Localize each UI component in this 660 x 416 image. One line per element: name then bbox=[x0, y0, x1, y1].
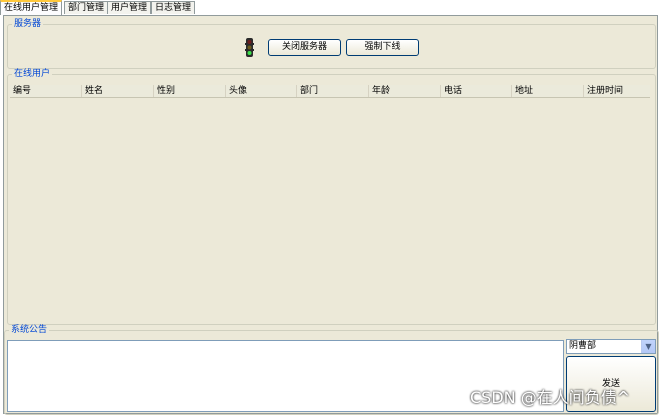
tab-strip: 在线用户管理 部门管理 用户管理 日志管理 bbox=[0, 0, 660, 15]
close-server-button[interactable]: 关闭服务器 bbox=[268, 39, 341, 56]
online-users-legend: 在线用户 bbox=[14, 69, 51, 79]
column-header-phone[interactable]: 电话 bbox=[441, 85, 512, 97]
department-select[interactable]: 阴曹部 ▼ bbox=[566, 339, 656, 354]
column-header-address[interactable]: 地址 bbox=[512, 85, 584, 97]
force-offline-button[interactable]: 强制下线 bbox=[346, 39, 419, 56]
column-header-department[interactable]: 部门 bbox=[297, 85, 369, 97]
column-header-id[interactable]: 编号 bbox=[10, 85, 82, 97]
column-header-avatar[interactable]: 头像 bbox=[226, 85, 297, 97]
column-header-name[interactable]: 姓名 bbox=[82, 85, 154, 97]
watermark: CSDN @在人间负债^ bbox=[470, 388, 631, 407]
column-header-age[interactable]: 年龄 bbox=[369, 85, 441, 97]
traffic-light-icon bbox=[245, 38, 254, 57]
column-header-gender[interactable]: 性别 bbox=[154, 85, 226, 97]
column-header-register-time[interactable]: 注册时间 bbox=[584, 85, 652, 97]
tab-users[interactable]: 用户管理 bbox=[107, 1, 152, 14]
chevron-down-icon[interactable]: ▼ bbox=[641, 340, 655, 353]
tab-online-users[interactable]: 在线用户管理 bbox=[0, 0, 63, 15]
server-legend: 服务器 bbox=[14, 19, 42, 29]
table-header: 编号 姓名 性别 头像 部门 年龄 电话 地址 注册时间 bbox=[10, 85, 650, 98]
tab-logs[interactable]: 日志管理 bbox=[151, 1, 196, 14]
tab-departments[interactable]: 部门管理 bbox=[64, 1, 109, 14]
online-users-table[interactable]: 编号 姓名 性别 头像 部门 年龄 电话 地址 注册时间 bbox=[10, 85, 652, 310]
tab-panel: 服务器 关闭服务器 强制下线 在线用户 编号 姓名 性别 头像 部门 年龄 电话… bbox=[3, 15, 659, 415]
department-select-value: 阴曹部 bbox=[569, 341, 597, 351]
